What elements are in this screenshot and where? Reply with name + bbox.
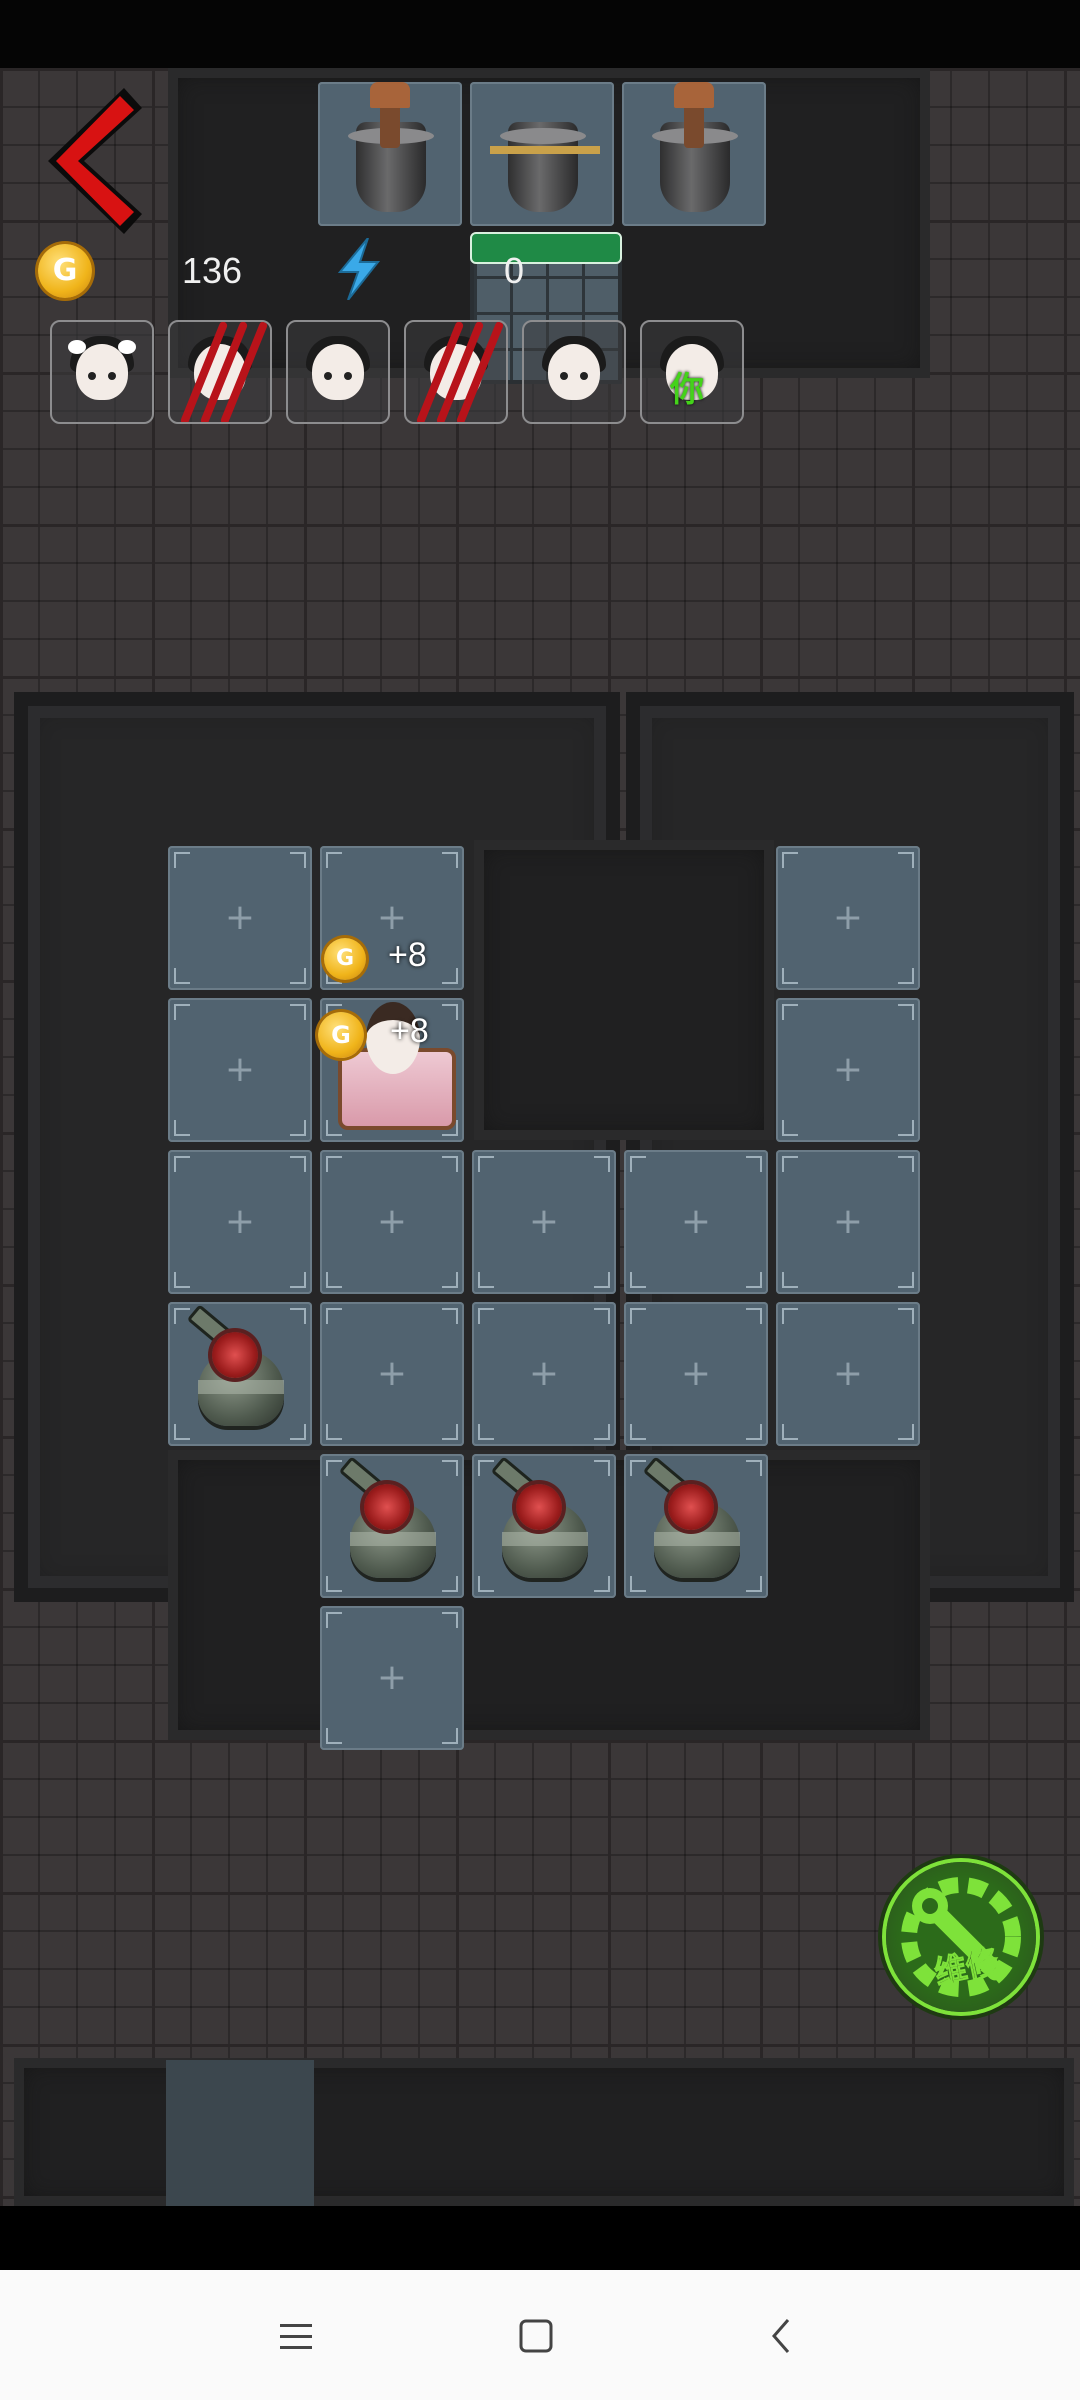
coin-gain-popup: +8 <box>388 936 427 974</box>
player-avatar[interactable] <box>50 320 154 424</box>
add-icon: + <box>528 1353 560 1394</box>
system-nav-bar <box>0 2270 1080 2400</box>
room-tile[interactable] <box>622 82 766 226</box>
add-icon: + <box>528 1201 560 1242</box>
player-avatar[interactable] <box>286 320 390 424</box>
turret-tile[interactable] <box>472 1454 616 1598</box>
empty-tile[interactable]: + <box>472 1302 616 1446</box>
add-icon: + <box>376 1657 408 1698</box>
player-avatar-clawed[interactable] <box>404 320 508 424</box>
repair-button[interactable]: 维修 <box>886 1862 1036 2012</box>
turret-icon <box>320 1454 464 1598</box>
player-avatar[interactable] <box>522 320 626 424</box>
home-icon[interactable] <box>506 2306 566 2366</box>
player-avatar-self[interactable]: 你 <box>640 320 744 424</box>
turret-icon <box>168 1302 312 1446</box>
add-icon: + <box>680 1201 712 1242</box>
empty-tile[interactable]: + <box>320 1606 464 1750</box>
empty-tile[interactable]: + <box>168 998 312 1142</box>
empty-tile[interactable]: + <box>168 1150 312 1294</box>
energy-bar <box>470 232 622 264</box>
energy-count: 0 <box>504 250 525 291</box>
empty-tile[interactable]: + <box>624 1150 768 1294</box>
add-icon: + <box>224 1201 256 1242</box>
add-icon: + <box>832 1049 864 1090</box>
add-icon: + <box>832 897 864 938</box>
empty-tile[interactable]: + <box>320 1302 464 1446</box>
lightning-icon <box>337 238 381 300</box>
coin-icon: G <box>324 938 366 980</box>
empty-tile[interactable]: + <box>320 1150 464 1294</box>
turret-icon <box>472 1454 616 1598</box>
room-wall <box>474 840 774 1140</box>
gold-coin-icon: G <box>38 244 92 298</box>
pot-broom-icon <box>318 82 462 226</box>
floor-tile <box>166 2060 314 2206</box>
turret-tile[interactable] <box>624 1454 768 1598</box>
empty-tile[interactable]: + <box>624 1302 768 1446</box>
add-icon: + <box>832 1201 864 1242</box>
you-label: 你 <box>670 370 704 410</box>
back-chevron-icon[interactable] <box>38 86 148 236</box>
empty-tile[interactable]: + <box>168 846 312 990</box>
empty-tile[interactable]: + <box>776 1150 920 1294</box>
add-icon: + <box>376 1201 408 1242</box>
turret-tile[interactable] <box>320 1454 464 1598</box>
player-avatar-clawed[interactable] <box>168 320 272 424</box>
coin-icon: G <box>318 1012 364 1058</box>
add-icon: + <box>376 1353 408 1394</box>
room-tile[interactable] <box>318 82 462 226</box>
room-tile[interactable] <box>470 82 614 226</box>
add-icon: + <box>680 1353 712 1394</box>
empty-tile[interactable]: + <box>472 1150 616 1294</box>
empty-tile[interactable]: + <box>776 998 920 1142</box>
turret-icon <box>624 1454 768 1598</box>
back-icon[interactable] <box>752 2306 812 2366</box>
add-icon: + <box>224 1049 256 1090</box>
status-bar <box>0 0 1080 68</box>
pot-broom-icon <box>622 82 766 226</box>
coin-count: 136 <box>182 250 243 291</box>
turret-tile[interactable] <box>168 1302 312 1446</box>
add-icon: + <box>224 897 256 938</box>
pot-fork-icon <box>470 82 614 226</box>
empty-tile[interactable]: + <box>776 846 920 990</box>
add-icon: + <box>832 1353 864 1394</box>
menu-icon[interactable] <box>266 2306 326 2366</box>
screen: + + + + + + + + + + + + + + + G +8 G +8 G 136 0 <box>0 0 1080 2400</box>
empty-tile[interactable]: + <box>776 1302 920 1446</box>
coin-gain-popup: +8 <box>390 1012 429 1050</box>
